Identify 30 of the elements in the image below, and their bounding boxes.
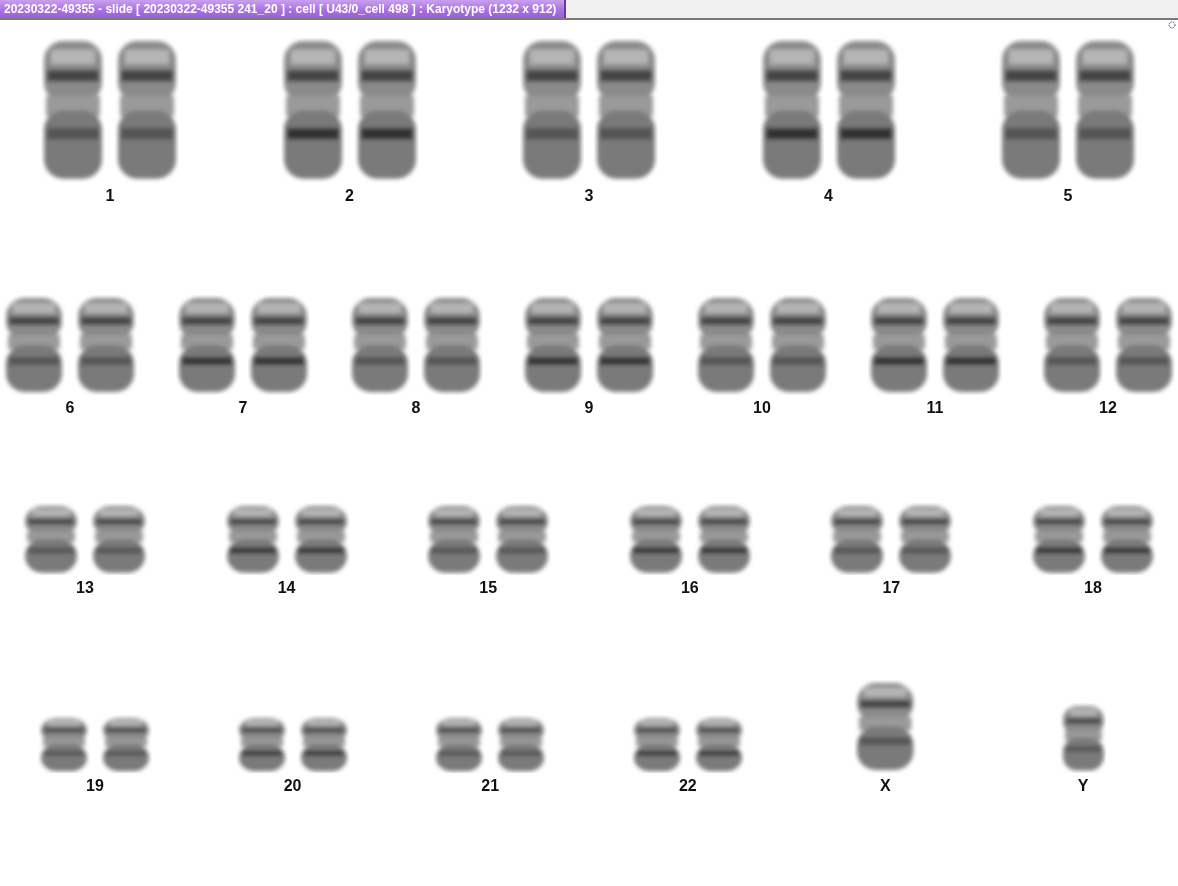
chromosome-label: 21 — [481, 777, 500, 795]
chromosome-label: 16 — [680, 579, 699, 597]
chromosome-label: 17 — [882, 579, 901, 597]
chromosome-label: 19 — [86, 777, 104, 795]
chromosome-label: 6 — [65, 399, 75, 417]
chromosome-label: 18 — [1084, 579, 1102, 597]
chromosome-label: 3 — [584, 187, 594, 205]
chromosome-label: 10 — [753, 399, 771, 417]
circle-icon — [1168, 21, 1176, 29]
chromosome-image — [22, 503, 80, 575]
chromosome-label: 8 — [411, 399, 421, 417]
chromosome-image — [100, 715, 152, 773]
chromosome-label: 13 — [76, 579, 94, 597]
chromosome-label: 14 — [277, 579, 296, 597]
chromosome-label: 20 — [283, 777, 302, 795]
chromosome-label: 7 — [238, 399, 248, 417]
chromosome-label: 15 — [479, 579, 498, 597]
chromosome-label: 9 — [584, 399, 594, 417]
chromosome-label: 5 — [1063, 187, 1073, 205]
chromosome-image — [38, 715, 90, 773]
chromosome-label: X — [880, 777, 891, 795]
chromosome-image — [90, 503, 148, 575]
window-title: 20230322-49355 - slide [ 20230322-49355 241_20 ] : cell [ U43/0_cell 498 ] : Karyotype (1232 x 912) — [0, 0, 567, 18]
chromosome-label: 22 — [678, 777, 697, 795]
chromosome-label: 12 — [1099, 399, 1117, 417]
chromosome-label: 1 — [105, 187, 115, 205]
chromosome-label: 4 — [824, 187, 833, 205]
chromosome-label: Y — [1077, 777, 1089, 795]
chromosome-label: 2 — [345, 187, 354, 205]
chromosome-label: 11 — [926, 399, 944, 417]
